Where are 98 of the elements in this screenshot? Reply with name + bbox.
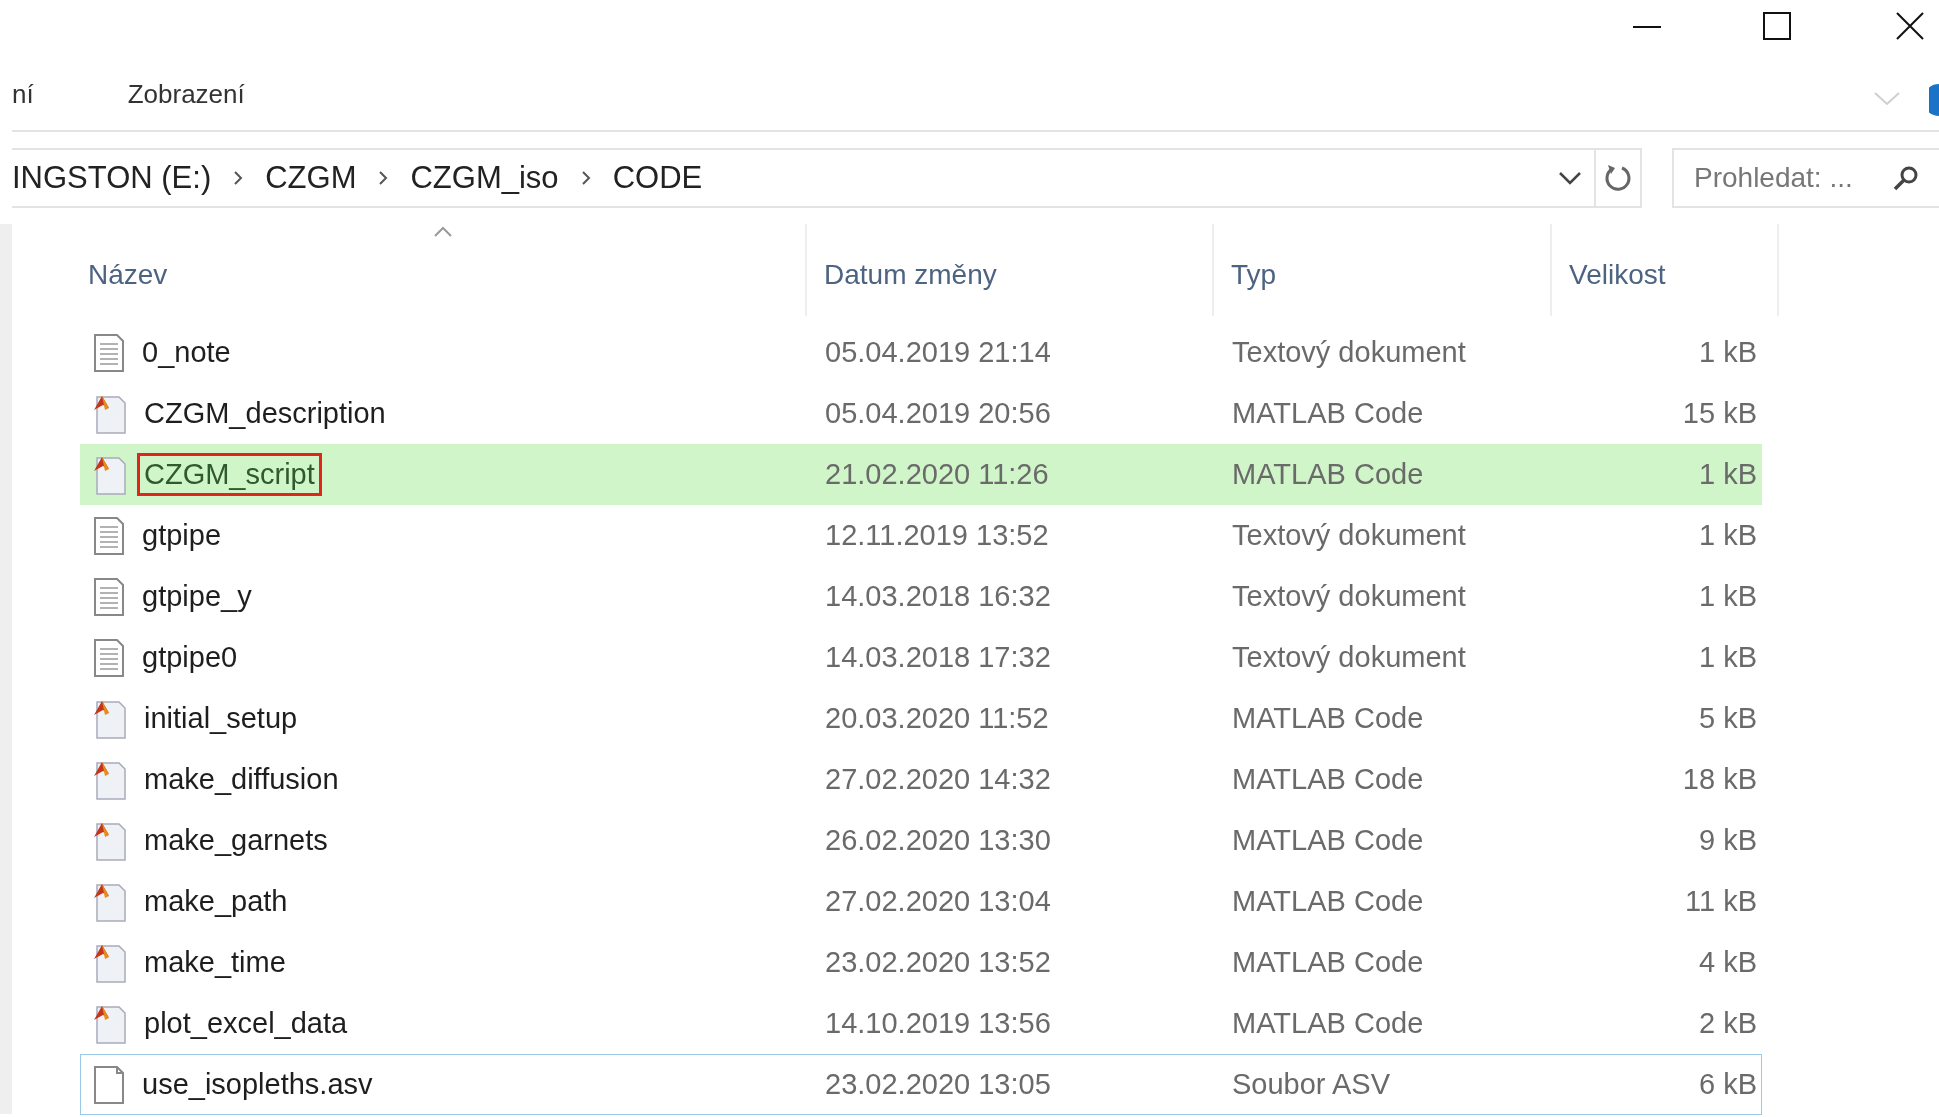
address-bar[interactable]: INGSTON (E:) CZGM CZGM_iso CODE (12, 148, 1642, 208)
size-cell-text: 1 kB (1697, 519, 1758, 552)
matlab-file-icon (93, 454, 127, 495)
type-cell-text: MATLAB Code (1231, 763, 1425, 796)
chevron-right-icon (233, 170, 244, 186)
date-cell-text: 20.03.2020 11:52 (824, 702, 1050, 735)
date-cell-text: 26.02.2020 13:30 (824, 824, 1052, 857)
date-cell-text: 05.04.2019 20:56 (824, 397, 1052, 430)
file-row[interactable]: make_path 27.02.2020 13:04 MATLAB Code 11 kB (80, 871, 1762, 932)
size-cell-text: 2 kB (1697, 1007, 1758, 1040)
breadcrumb[interactable]: CZGM (265, 160, 357, 196)
matlab-file-icon (93, 942, 127, 983)
file-row[interactable]: CZGM_script 21.02.2020 11:26 MATLAB Code 1 kB (80, 444, 1762, 505)
file-row[interactable]: CZGM_description 05.04.2019 20:56 MATLAB Code 15 kB (80, 383, 1762, 444)
column-header[interactable]: Typ (1214, 224, 1552, 316)
file-name: make_path (143, 884, 289, 919)
file-row[interactable]: 0_note 05.04.2019 21:14 Textový dokument 1 kB (80, 322, 1762, 383)
date-cell-text: 14.03.2018 16:32 (824, 580, 1052, 613)
type-cell-text: Soubor ASV (1231, 1068, 1391, 1101)
dropdown-icon[interactable] (1558, 171, 1582, 185)
size-cell-text: 1 kB (1697, 580, 1758, 613)
file-name: 0_note (141, 335, 232, 370)
file-row[interactable]: gtpipe0 14.03.2018 17:32 Textový dokument 1 kB (80, 627, 1762, 688)
type-cell-text: MATLAB Code (1231, 885, 1425, 918)
text-file-icon (93, 333, 125, 372)
type-cell-text: MATLAB Code (1231, 702, 1425, 735)
blank-file-icon (93, 1065, 125, 1104)
file-name: plot_excel_data (143, 1006, 349, 1041)
size-cell-text: 1 kB (1697, 641, 1758, 674)
matlab-file-icon (93, 1003, 127, 1044)
text-file-icon (93, 516, 125, 555)
date-cell-text: 12.11.2019 13:52 (824, 519, 1050, 552)
file-name: CZGM_description (143, 396, 387, 431)
maximize-icon[interactable] (1763, 12, 1791, 40)
search-icon[interactable] (1892, 164, 1920, 192)
file-name: make_time (143, 945, 287, 980)
file-name: gtpipe (141, 518, 222, 553)
type-cell-text: MATLAB Code (1231, 824, 1425, 857)
breadcrumb[interactable]: CODE (612, 160, 703, 196)
file-row[interactable]: make_garnets 26.02.2020 13:30 MATLAB Code 9 kB (80, 810, 1762, 871)
type-cell-text: Textový dokument (1231, 580, 1467, 613)
matlab-file-icon (93, 820, 127, 861)
column-header[interactable]: Název (80, 224, 807, 316)
size-cell-text: 1 kB (1697, 336, 1758, 369)
date-cell-text: 27.02.2020 14:32 (824, 763, 1052, 796)
file-name: CZGM_script (137, 453, 322, 496)
date-cell-text: 23.02.2020 13:52 (824, 946, 1052, 979)
type-cell-text: MATLAB Code (1231, 1007, 1425, 1040)
file-name: make_diffusion (143, 762, 340, 797)
type-cell-text: MATLAB Code (1231, 946, 1425, 979)
file-name: initial_setup (143, 701, 299, 736)
matlab-file-icon (93, 393, 127, 434)
close-icon[interactable] (1896, 12, 1924, 40)
column-header[interactable]: Datum změny (807, 224, 1214, 316)
file-name: make_garnets (143, 823, 329, 858)
size-cell-text: 18 kB (1681, 763, 1758, 796)
file-row[interactable]: use_isopleths.asv 23.02.2020 13:05 Soubor ASV 6 kB (80, 1054, 1762, 1115)
search-field[interactable]: Prohledat: ... (1672, 148, 1939, 208)
column-header[interactable]: Velikost (1552, 224, 1779, 316)
breadcrumb[interactable]: INGSTON (E:) (12, 160, 212, 196)
size-cell-text: 9 kB (1697, 824, 1758, 857)
matlab-file-icon (93, 759, 127, 800)
file-row[interactable]: gtpipe 12.11.2019 13:52 Textový dokument 1 kB (80, 505, 1762, 566)
refresh-icon (1603, 163, 1633, 193)
file-name: gtpipe0 (141, 640, 239, 675)
matlab-file-icon (93, 698, 127, 739)
size-cell-text: 5 kB (1697, 702, 1758, 735)
ribbon-tab[interactable]: Zobrazení (127, 78, 245, 110)
type-cell-text: MATLAB Code (1231, 458, 1425, 491)
file-row[interactable]: make_time 23.02.2020 13:52 MATLAB Code 4 kB (80, 932, 1762, 993)
ribbon-tab[interactable]: ní (12, 78, 34, 110)
file-row[interactable]: make_diffusion 27.02.2020 14:32 MATLAB Code 18 kB (80, 749, 1762, 810)
text-file-icon (93, 638, 125, 677)
file-name: use_isopleths.asv (141, 1067, 374, 1102)
size-cell-text: 1 kB (1697, 458, 1758, 491)
date-cell-text: 14.03.2018 17:32 (824, 641, 1052, 674)
size-cell-text: 6 kB (1697, 1068, 1758, 1101)
type-cell-text: Textový dokument (1231, 336, 1467, 369)
breadcrumb[interactable]: CZGM_iso (410, 160, 559, 196)
type-cell-text: Textový dokument (1231, 519, 1467, 552)
text-file-icon (93, 577, 125, 616)
type-cell-text: MATLAB Code (1231, 397, 1425, 430)
file-row[interactable]: plot_excel_data 14.10.2019 13:56 MATLAB Code 2 kB (80, 993, 1762, 1054)
date-cell-text: 27.02.2020 13:04 (824, 885, 1052, 918)
date-cell-text: 23.02.2020 13:05 (824, 1068, 1052, 1101)
size-cell-text: 15 kB (1681, 397, 1758, 430)
size-cell-text: 4 kB (1697, 946, 1758, 979)
file-row[interactable]: gtpipe_y 14.03.2018 16:32 Textový dokument 1 kB (80, 566, 1762, 627)
chevron-right-icon (580, 170, 591, 186)
chevron-right-icon (378, 170, 389, 186)
file-name: gtpipe_y (141, 579, 253, 614)
file-row[interactable]: initial_setup 20.03.2020 11:52 MATLAB Code 5 kB (80, 688, 1762, 749)
date-cell-text: 14.10.2019 13:56 (824, 1007, 1052, 1040)
date-cell-text: 21.02.2020 11:26 (824, 458, 1050, 491)
type-cell-text: Textový dokument (1231, 641, 1467, 674)
size-cell-text: 11 kB (1684, 885, 1758, 918)
date-cell-text: 05.04.2019 21:14 (824, 336, 1052, 369)
matlab-file-icon (93, 881, 127, 922)
